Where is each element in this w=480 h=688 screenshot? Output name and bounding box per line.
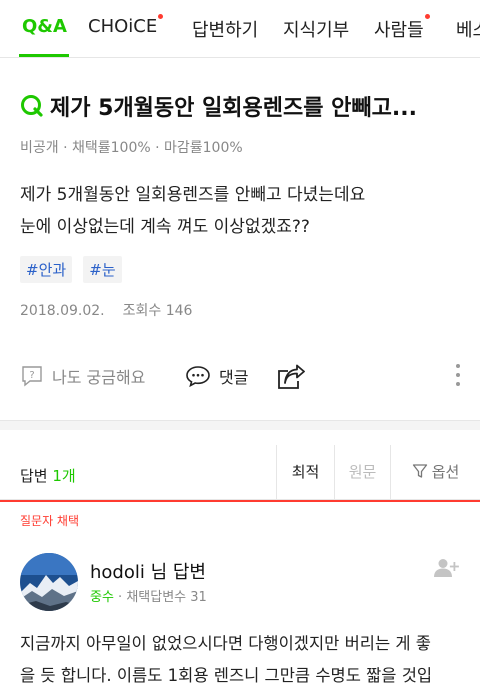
avatar[interactable] [20, 553, 78, 611]
question-date-views: 2018.09.02. 조회수 146 [20, 300, 210, 320]
sort-best-button[interactable]: 최적 [276, 445, 334, 500]
tag-eye[interactable]: #눈 [83, 256, 122, 283]
curious-label: 나도 궁금해요 [52, 368, 146, 387]
question-title-text: 제가 5개월동안 일회용렌즈를 안빼고... [50, 96, 417, 121]
dot [456, 364, 460, 368]
answer-body-line: 지금까지 아무일이 없었으시다면 다행이겠지만 버리는 게 좋 [20, 634, 431, 653]
tab-qna[interactable]: Q&A [22, 16, 67, 37]
options-label: 옵션 [431, 463, 460, 481]
more-options-icon[interactable] [456, 364, 462, 390]
tag-list: #안과 #눈 [20, 256, 128, 283]
section-divider [0, 420, 480, 430]
follow-button[interactable] [434, 558, 460, 582]
answerer-stats: · 채택답변수 31 [113, 590, 207, 605]
question-actions: ? 나도 궁금해요 댓글 [0, 360, 480, 394]
answerer-meta: 중수 · 채택답변수 31 [90, 586, 207, 605]
tab-answer[interactable]: 답변하기 [192, 16, 258, 42]
chosen-divider [0, 500, 480, 502]
tab-best[interactable]: 베스 [456, 16, 480, 42]
question-meta: 비공개 · 채택률100% · 마감률100% [20, 140, 243, 156]
question-body: 제가 5개월동안 일회용렌즈를 안빼고 다녔는데요 눈에 이상없는데 계속 껴도… [20, 179, 460, 243]
comment-icon [186, 366, 210, 388]
filter-icon [412, 464, 427, 478]
tab-people-label: 사람들 [374, 20, 424, 41]
share-button[interactable] [276, 364, 314, 390]
answer-body-line: 을 듯 합니다. 이름도 1회용 렌즈니 그만큼 수명도 짧을 것입 [20, 666, 433, 685]
tab-choice-label: CHOiCE [88, 16, 158, 37]
question-body-line: 눈에 이상없는데 계속 껴도 이상없겠죠?? [20, 217, 310, 237]
tab-donate[interactable]: 지식기부 [283, 16, 349, 42]
view-count: 조회수 146 [122, 303, 193, 319]
answer-count: 답변 1개 [20, 465, 76, 486]
new-dot [424, 14, 430, 19]
question-q-icon [21, 95, 43, 117]
chosen-badge: 질문자 채택 [20, 514, 80, 528]
sort-original-button[interactable]: 원문 [334, 445, 390, 500]
options-button[interactable]: 옵션 [390, 445, 480, 500]
answer-body: 지금까지 아무일이 없었으시다면 다행이겠지만 버리는 게 좋 을 듯 합니다.… [20, 628, 470, 688]
answerer-name[interactable]: hodoli 님 답변 [90, 558, 206, 584]
active-tab-indicator [19, 54, 69, 57]
share-icon [278, 364, 305, 389]
answerer-level: 중수 [90, 590, 114, 605]
mountain-photo [20, 553, 78, 611]
svg-text:?: ? [29, 370, 34, 381]
answer-count-number: 1개 [52, 467, 76, 485]
answer-bar: 답변 1개 최적 원문 옵션 [0, 445, 480, 500]
question-date: 2018.09.02. [20, 303, 105, 319]
dot [456, 382, 460, 386]
curious-button[interactable]: ? 나도 궁금해요 [20, 364, 145, 388]
tab-choice[interactable]: CHOiCE [88, 14, 164, 37]
new-dot [158, 14, 164, 19]
tab-people[interactable]: 사람들 [374, 14, 430, 42]
add-user-icon [434, 559, 459, 577]
tag-eye-clinic[interactable]: #안과 [20, 256, 73, 283]
question-bubble-icon: ? [22, 366, 42, 387]
comment-button[interactable]: 댓글 [185, 364, 248, 388]
top-nav-tabs: Q&A CHOiCE 답변하기 지식기부 사람들 베스 [0, 0, 480, 58]
comment-label: 댓글 [219, 368, 249, 387]
answer-count-label: 답변 [20, 467, 48, 485]
dot [456, 373, 460, 377]
question-title: 제가 5개월동안 일회용렌즈를 안빼고... [20, 90, 470, 122]
question-body-line: 제가 5개월동안 일회용렌즈를 안빼고 다녔는데요 [20, 185, 366, 205]
